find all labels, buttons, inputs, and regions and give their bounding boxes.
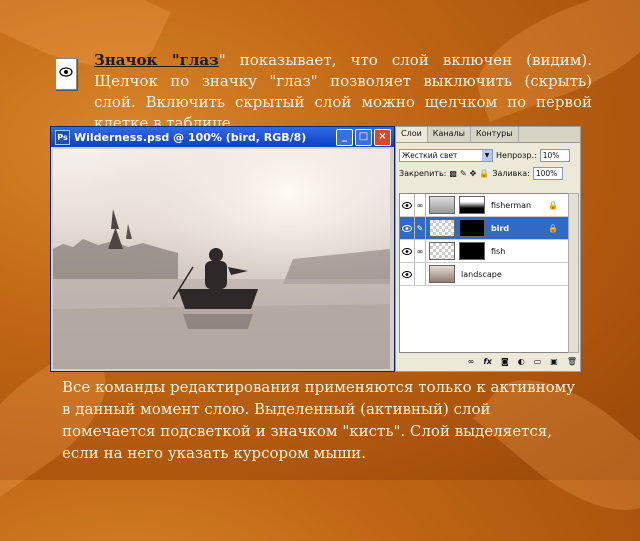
foggy-lake-image: [53, 149, 390, 369]
lock-move-icon[interactable]: ✥: [470, 169, 477, 178]
panel-tabs: Слои Каналы Контуры: [396, 127, 580, 143]
blend-mode-select[interactable]: Жесткий свет ▼: [399, 148, 493, 162]
eye-icon: [55, 58, 77, 90]
close-button[interactable]: ×: [374, 128, 391, 146]
lock-brush-icon[interactable]: ✎: [460, 169, 467, 178]
layer-thumbnail: [429, 265, 455, 283]
layer-row-fisherman[interactable]: ∞ fisherman 🔒: [400, 194, 568, 217]
image-canvas[interactable]: [53, 149, 390, 369]
lock-icon: 🔒: [548, 200, 558, 210]
layer-name: landscape: [461, 269, 502, 279]
blend-row: Жесткий свет ▼ Непрозр.: 10%: [396, 146, 580, 164]
chevron-down-icon: ▼: [482, 149, 492, 161]
adjustment-icon[interactable]: ◐: [518, 357, 525, 366]
link-icon: ∞: [415, 194, 426, 216]
lock-row: Закрепить: ▩ ✎ ✥ 🔒 Заливка: 100%: [396, 164, 580, 182]
layer-name: fisherman: [491, 200, 532, 210]
maximize-button[interactable]: □: [355, 128, 372, 146]
eye-icon[interactable]: [400, 194, 415, 216]
eye-icon[interactable]: [400, 240, 415, 262]
lock-all-icon[interactable]: 🔒: [479, 169, 489, 178]
layer-thumbnail: [429, 242, 455, 260]
opacity-label: Непрозр.:: [496, 150, 537, 160]
lock-transparency-icon[interactable]: ▩: [449, 169, 457, 178]
eye-icon[interactable]: [400, 217, 415, 239]
photoshop-icon: Ps: [55, 129, 70, 145]
layer-row-landscape[interactable]: landscape: [400, 263, 568, 286]
opacity-value: 10%: [542, 150, 560, 160]
fill-input[interactable]: 100%: [532, 166, 563, 180]
layers-list: ∞ fisherman 🔒 ✎ bird 🔒 ∞ fish landscape: [399, 193, 569, 353]
lock-icon: 🔒: [548, 223, 558, 233]
layer-mask-thumbnail[interactable]: [459, 219, 485, 237]
fill-value: 100%: [535, 168, 558, 178]
bottom-paragraph: Все команды редактирования применяются т…: [62, 378, 576, 462]
folder-icon[interactable]: ▭: [534, 357, 542, 366]
layer-row-fish[interactable]: ∞ fish: [400, 240, 568, 263]
lock-label: Закрепить:: [399, 168, 447, 178]
tab-paths[interactable]: Контуры: [471, 127, 519, 142]
layer-name: bird: [491, 223, 510, 233]
layer-mask-thumbnail[interactable]: [459, 242, 485, 260]
brush-icon: ✎: [415, 217, 426, 239]
minimize-button[interactable]: _: [336, 128, 353, 146]
fx-icon[interactable]: fx: [483, 357, 492, 366]
intro-bold: Значок "глаз: [94, 51, 219, 69]
eye-icon[interactable]: [400, 263, 415, 285]
new-layer-icon[interactable]: ▣: [550, 357, 558, 366]
window-titlebar[interactable]: Ps Wilderness.psd @ 100% (bird, RGB/8) _…: [51, 127, 394, 147]
layer-name: fish: [491, 246, 506, 256]
link-icon: ∞: [415, 240, 426, 262]
tab-layers[interactable]: Слои: [396, 127, 428, 142]
panel-footer: ∞ fx ◙ ◐ ▭ ▣ 🗑: [399, 354, 577, 368]
layers-panel[interactable]: Слои Каналы Контуры Жесткий свет ▼ Непроз…: [395, 126, 581, 372]
link-icon[interactable]: ∞: [468, 357, 475, 366]
layer-row-bird[interactable]: ✎ bird 🔒: [400, 217, 568, 240]
layer-mask-thumbnail[interactable]: [459, 196, 485, 214]
tab-channels[interactable]: Каналы: [428, 127, 471, 142]
layers-scrollbar[interactable]: [568, 193, 579, 353]
mask-icon[interactable]: ◙: [501, 357, 509, 366]
window-title: Wilderness.psd @ 100% (bird, RGB/8): [74, 130, 307, 144]
blend-mode-value: Жесткий свет: [402, 150, 458, 160]
image-window[interactable]: Ps Wilderness.psd @ 100% (bird, RGB/8) _…: [50, 126, 395, 372]
fill-label: Заливка:: [492, 168, 530, 178]
trash-icon[interactable]: 🗑: [567, 357, 577, 366]
layer-thumbnail: [429, 219, 455, 237]
opacity-input[interactable]: 10%: [539, 148, 570, 162]
layer-thumbnail: [429, 196, 455, 214]
intro-paragraph: Значок "глаз" показывает, что слой включ…: [94, 50, 592, 134]
